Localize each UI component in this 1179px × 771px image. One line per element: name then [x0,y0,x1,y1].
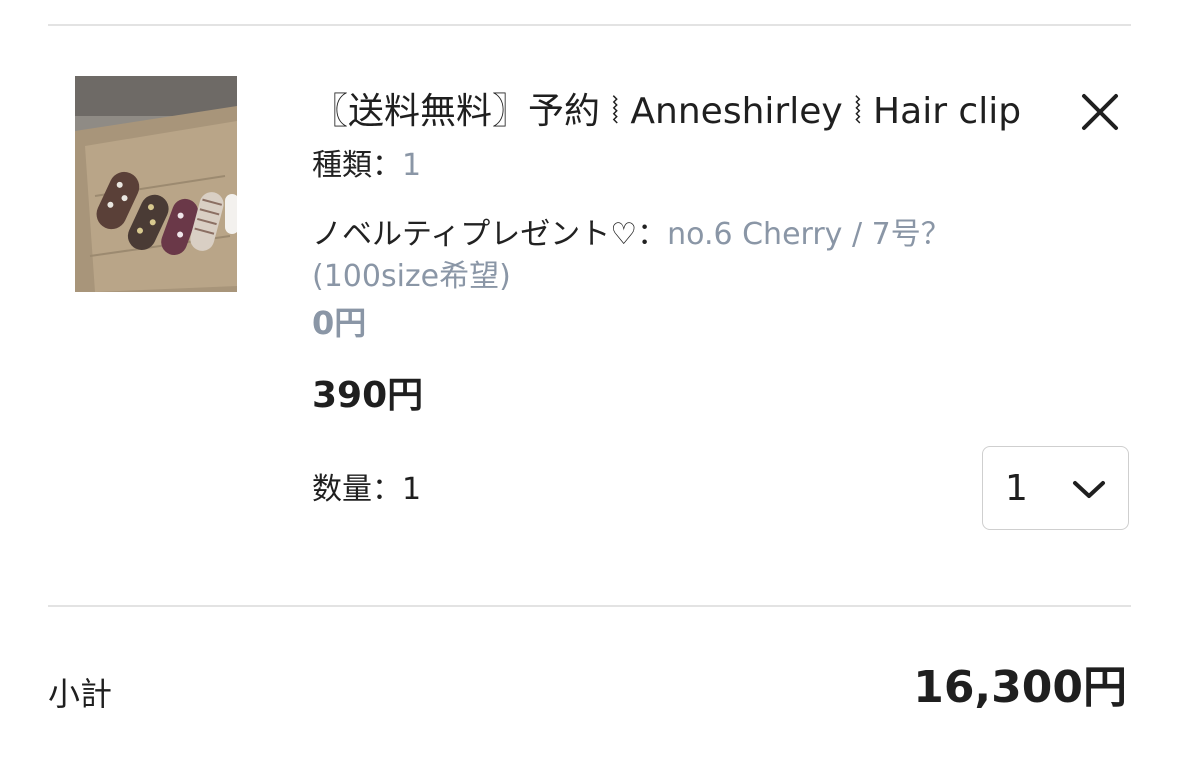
novelty-label: ノベルティプレゼント♡： [312,217,668,252]
kind-value: 1 [402,148,422,183]
option-price: 0円 [312,304,367,342]
quantity-select[interactable]: 1 [982,446,1129,530]
close-icon [1082,94,1118,130]
novelty-value-line-2: (100size希望) [312,259,511,294]
remove-item-button[interactable] [1078,90,1122,134]
subtotal-label: 小計 [48,675,113,713]
quantity-label: 数量：1 [312,472,422,507]
top-divider [48,24,1131,26]
quantity-selected-value: 1 [1005,468,1028,509]
subtotal-value: 16,300円 [913,662,1127,713]
product-title-row: 〖送料無料〗予約 ⦚ Anneshirley ⦚ Hair clip [312,86,1132,138]
item-price: 390円 [312,375,424,416]
kind-label: 種類： [312,148,402,183]
kind-attribute: 種類：1 [312,146,421,186]
summary-divider [48,605,1131,607]
novelty-value: no.6 Cherry / 7号？ [667,217,951,252]
product-title[interactable]: 〖送料無料〗予約 ⦚ Anneshirley ⦚ Hair clip [312,86,1021,138]
novelty-attribute: ノベルティプレゼント♡：no.6 Cherry / 7号？ [312,215,951,255]
hair-clips-photo-icon [75,76,237,292]
product-image[interactable] [75,76,237,292]
chevron-down-icon [1073,481,1105,498]
